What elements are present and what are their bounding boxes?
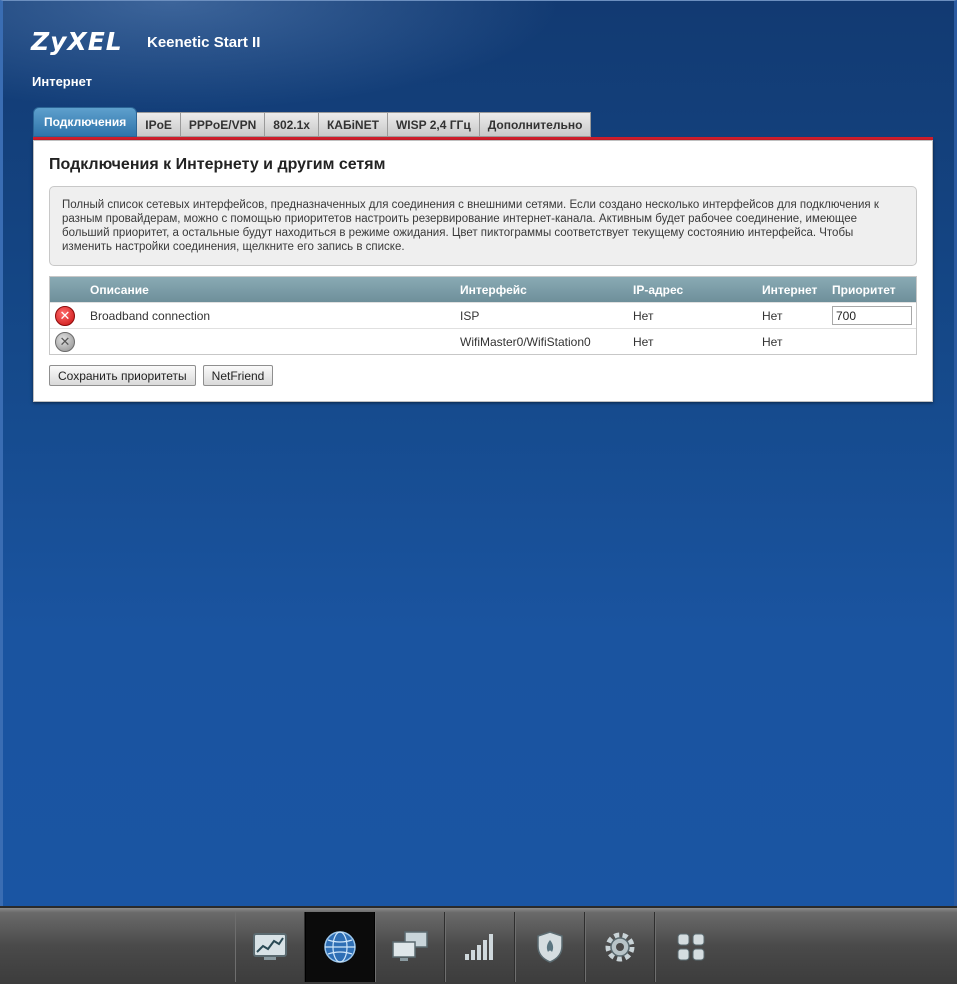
grid-apps-icon (677, 933, 704, 961)
dock-security[interactable] (515, 912, 585, 982)
column-description: Описание (90, 282, 149, 297)
column-internet: Интернет (762, 282, 818, 297)
panel-title: Подключения к Интернету и другим сетям (49, 156, 386, 173)
connections-table: Описание Интерфейс IP-адрес Интернет При… (49, 276, 917, 355)
table-header: Описание Интерфейс IP-адрес Интернет При… (50, 277, 916, 302)
column-ip: IP-адрес (633, 282, 684, 297)
device-model: Keenetic Start II (147, 34, 261, 51)
dock-system[interactable] (585, 912, 655, 982)
table-row[interactable]: ✕ Broadband connection ISP Нет Нет (50, 302, 916, 328)
monitor-chart-icon (253, 933, 287, 960)
row-internet: Нет (762, 308, 783, 323)
bottom-dock (0, 906, 957, 984)
netfriend-button[interactable]: NetFriend (202, 365, 274, 386)
tab-kabinet[interactable]: КАБiNET (318, 112, 388, 137)
dock-applications[interactable] (655, 912, 725, 982)
row-ip: Нет (633, 308, 654, 323)
row-description: Broadband connection (90, 308, 211, 323)
info-box: Полный список сетевых интерфейсов, предн… (49, 186, 917, 266)
network-computers-icon (392, 931, 428, 961)
tab-ipoe[interactable]: IPoE (137, 112, 181, 137)
button-row: Сохранить приоритеты NetFriend (49, 365, 274, 386)
dock-wifi[interactable] (445, 912, 515, 982)
tab-wisp[interactable]: WISP 2,4 ГГц (387, 112, 480, 137)
gear-icon (605, 932, 635, 962)
row-interface: ISP (460, 308, 480, 323)
tab-connections[interactable]: Подключения (33, 107, 138, 137)
column-priority: Приоритет (832, 282, 896, 297)
priority-input[interactable] (832, 306, 912, 325)
save-priorities-button[interactable]: Сохранить приоритеты (49, 365, 196, 386)
connections-panel: Подключения к Интернету и другим сетям П… (33, 140, 933, 402)
brand-logo: ZyXEL (31, 27, 123, 56)
error-icon: ✕ (55, 305, 75, 326)
globe-icon (324, 931, 356, 963)
table-row[interactable]: ✕ WifiMaster0/WifiStation0 Нет Нет (50, 328, 916, 354)
shield-firewall-icon (537, 931, 563, 963)
page-section-title: Интернет (32, 74, 93, 89)
tab-advanced[interactable]: Дополнительно (479, 112, 592, 137)
column-interface: Интерфейс (460, 282, 527, 297)
row-ip: Нет (633, 334, 654, 349)
dock-home-network[interactable] (375, 912, 445, 982)
dock-internet[interactable] (305, 912, 375, 982)
tab-bar: Подключения IPoE PPPoE/VPN 802.1x КАБiNE… (33, 107, 592, 137)
main-screen: ZyXEL Keenetic Start II Интернет Подключ… (0, 0, 957, 906)
dock-monitor[interactable] (235, 912, 305, 982)
tab-pppoe-vpn[interactable]: PPPoE/VPN (180, 112, 266, 137)
disabled-icon: ✕ (55, 331, 75, 352)
row-internet: Нет (762, 334, 783, 349)
row-interface: WifiMaster0/WifiStation0 (460, 334, 591, 349)
tab-8021x[interactable]: 802.1x (265, 112, 319, 137)
wifi-signal-bars-icon (465, 934, 493, 960)
